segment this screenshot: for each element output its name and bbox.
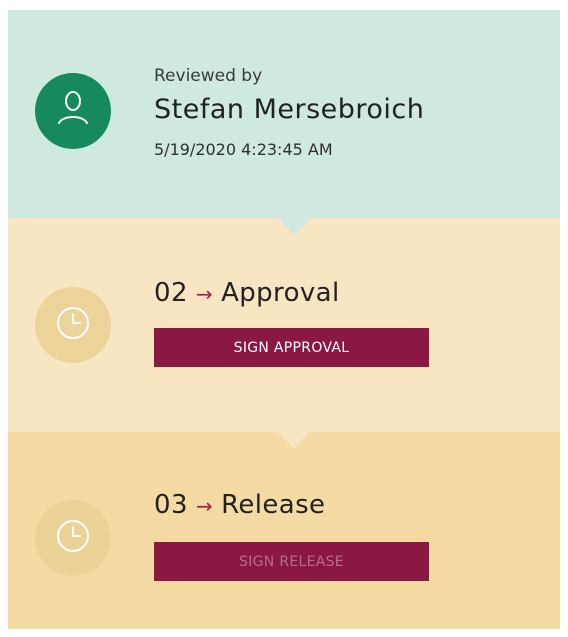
review-timestamp: 5/19/2020 4:23:45 AM	[154, 140, 333, 159]
clock-icon	[55, 518, 91, 558]
approval-status-avatar	[35, 287, 111, 363]
review-panel: Reviewed by Stefan Mersebroich 5/19/2020…	[8, 10, 560, 218]
reviewer-name: Stefan Mersebroich	[154, 94, 425, 125]
user-icon	[53, 87, 93, 135]
section-pointer	[278, 218, 310, 235]
reviewer-avatar	[35, 73, 111, 149]
reviewed-by-label: Reviewed by	[154, 66, 263, 86]
release-step-title: 03 → Release	[154, 490, 325, 520]
top-strip	[0, 0, 568, 10]
arrow-right-icon: →	[195, 494, 214, 518]
release-status-avatar	[35, 500, 111, 576]
release-step-panel: 03 → Release SIGN RELEASE	[8, 432, 560, 629]
sign-approval-button[interactable]: SIGN APPROVAL	[154, 328, 429, 367]
step-number: 03	[154, 490, 188, 520]
approval-step-title: 02 → Approval	[154, 278, 340, 308]
step-name: Approval	[221, 278, 340, 308]
approval-step-panel: 02 → Approval SIGN APPROVAL	[8, 218, 560, 432]
arrow-right-icon: →	[195, 282, 214, 306]
section-pointer	[278, 432, 310, 449]
sign-release-button[interactable]: SIGN RELEASE	[154, 542, 429, 581]
clock-icon	[55, 305, 91, 345]
step-name: Release	[221, 490, 326, 520]
step-number: 02	[154, 278, 188, 308]
